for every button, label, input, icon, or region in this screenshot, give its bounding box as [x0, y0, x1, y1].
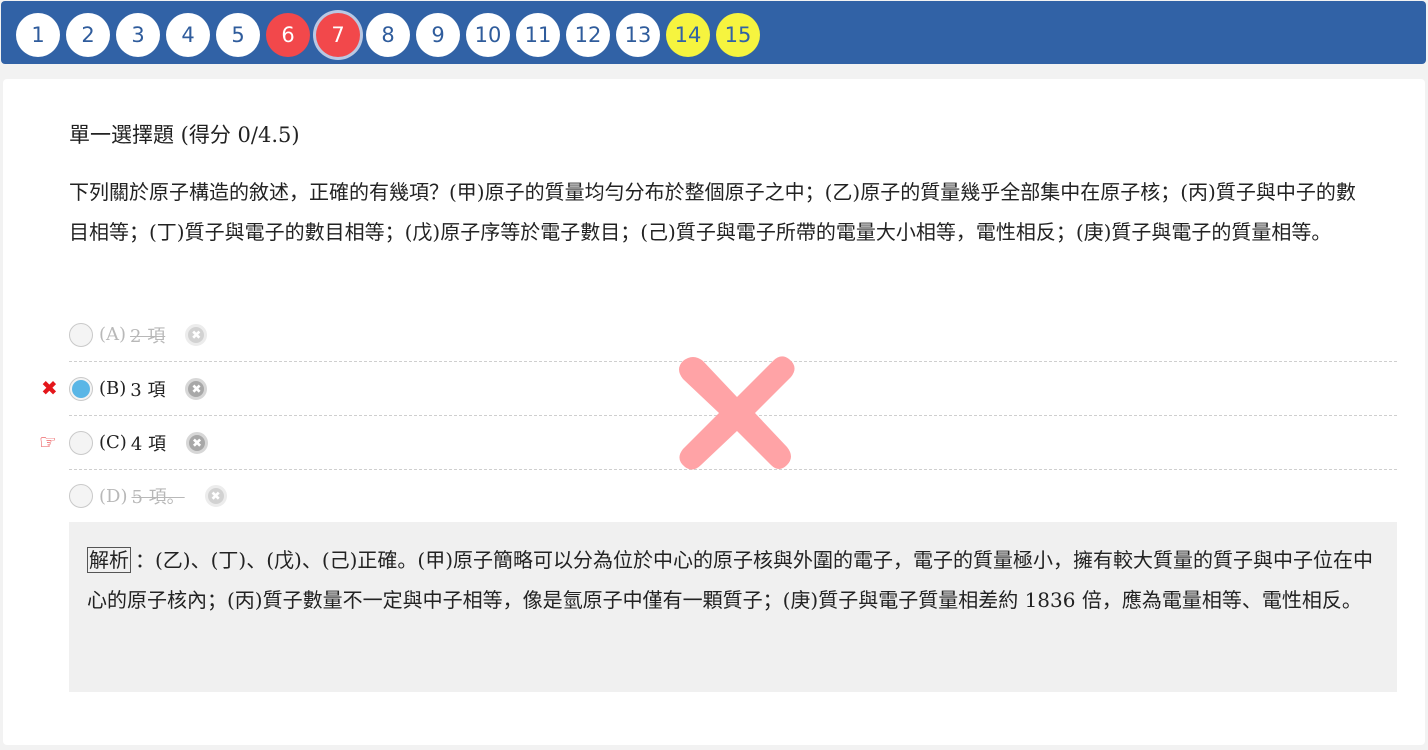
option-c-radio[interactable]: [69, 430, 93, 455]
option-letter: (B): [99, 378, 127, 399]
question-number-button[interactable]: 5: [216, 13, 260, 57]
question-number-list: 1 2 3 4 5 6 7 8 9 10 11 12 13 14 15: [16, 13, 760, 57]
option-c[interactable]: ☞ (C) 4 項 ✖: [39, 416, 1397, 470]
option-b-radio[interactable]: [69, 376, 93, 401]
wrong-answer-icon: ✖: [41, 376, 58, 400]
explanation-label: 解析: [87, 547, 131, 573]
question-number-button-current[interactable]: 7: [316, 13, 360, 57]
question-number-button[interactable]: 4: [166, 13, 210, 57]
eliminate-option-icon[interactable]: ✖: [204, 485, 227, 507]
question-number-button-wrong[interactable]: 6: [266, 13, 310, 57]
option-d[interactable]: (D) 5 項。 ✖: [69, 469, 1397, 523]
option-text: 3 項: [130, 379, 166, 401]
option-text: 4 項: [130, 433, 167, 455]
correct-answer-pointer-icon: ☞: [39, 430, 57, 454]
question-number-button[interactable]: 3: [116, 13, 160, 57]
eliminate-option-icon[interactable]: ✖: [185, 323, 208, 346]
eliminate-option-icon[interactable]: ✖: [186, 431, 209, 454]
question-number-button[interactable]: 13: [616, 13, 660, 57]
option-a-radio[interactable]: [69, 322, 93, 347]
question-number-button[interactable]: 1: [16, 13, 60, 57]
question-nav-bar: 1 2 3 4 5 6 7 8 9 10 11 12 13 14 15: [1, 1, 1426, 64]
option-letter: (D): [99, 485, 128, 507]
question-number-button[interactable]: 12: [566, 13, 610, 57]
question-text: 下列關於原子構造的敘述，正確的有幾項？(甲)原子的質量均勻分布於整個原子之中；(…: [69, 180, 1356, 244]
question-number-button-flagged[interactable]: 14: [666, 13, 710, 57]
option-text: 2 項: [130, 325, 166, 347]
option-b[interactable]: ✖ (B) 3 項 ✖: [41, 362, 1397, 416]
option-letter: (A): [99, 324, 127, 345]
eliminate-option-icon[interactable]: ✖: [185, 377, 208, 400]
question-card: 單一選擇題 (得分 0/4.5) 下列關於原子構造的敘述，正確的有幾項？(甲)原…: [3, 79, 1425, 745]
question-number-button[interactable]: 9: [416, 13, 460, 57]
radio-selected-dot: [72, 379, 90, 398]
question-number-button[interactable]: 2: [66, 13, 110, 57]
option-text: 5 項。: [131, 487, 185, 508]
explanation-box: 解析 ：(乙)、(丁)、(戊)、(己)正確。(甲)原子簡略可以分為位於中心的原子核…: [69, 522, 1397, 692]
question-number-button[interactable]: 10: [466, 13, 510, 57]
question-number-button[interactable]: 8: [366, 13, 410, 57]
option-a[interactable]: (A) 2 項 ✖: [69, 308, 1397, 362]
option-d-radio[interactable]: [69, 484, 93, 508]
question-number-button-flagged[interactable]: 15: [716, 13, 760, 57]
question-title: 單一選擇題 (得分 0/4.5): [69, 123, 300, 147]
question-number-button[interactable]: 11: [516, 13, 560, 57]
explanation-text: ：(乙)、(丁)、(戊)、(己)正確。(甲)原子簡略可以分為位於中心的原子核與外…: [87, 548, 1374, 612]
option-letter: (C): [99, 432, 127, 453]
